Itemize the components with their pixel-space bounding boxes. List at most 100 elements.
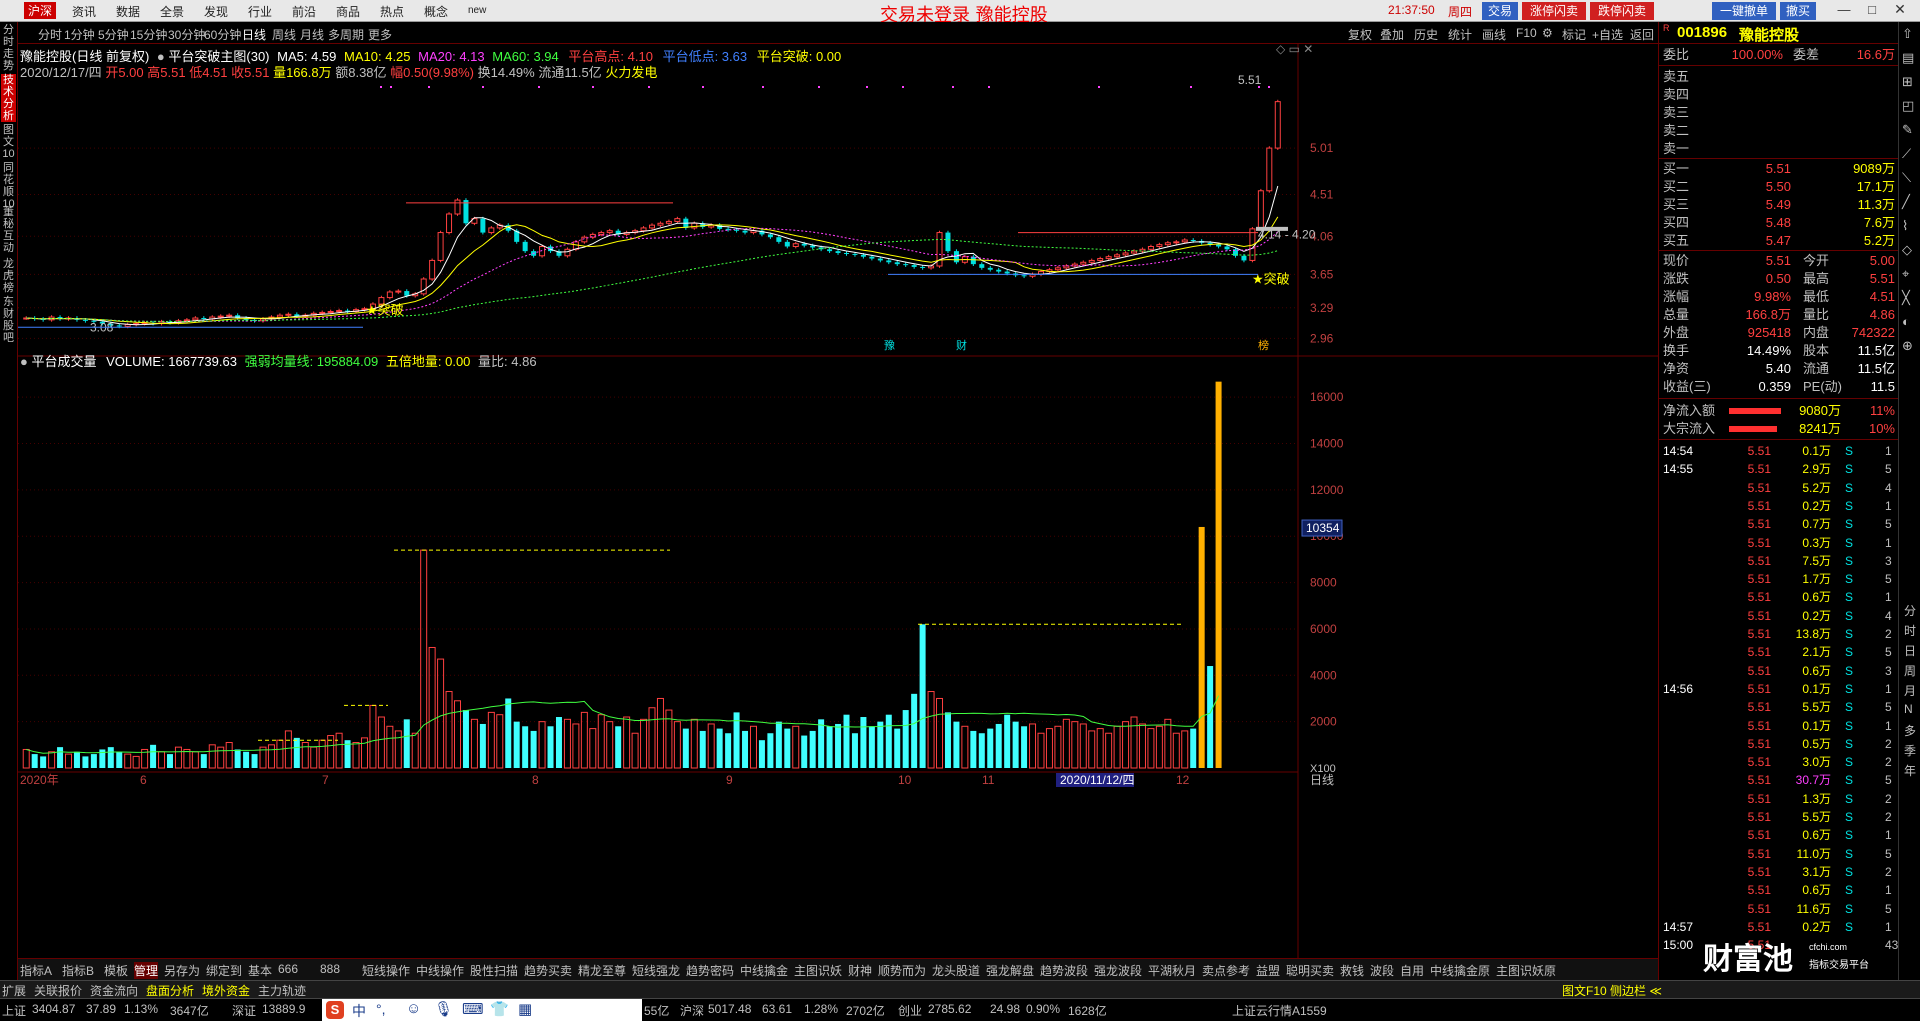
period-1min[interactable]: 1分钟 xyxy=(64,26,95,43)
close-icon[interactable]: ✕ xyxy=(1892,1,1908,17)
volume-bar[interactable] xyxy=(403,719,410,768)
volume-bar[interactable] xyxy=(116,751,123,768)
indicator-tab[interactable]: 短线操作 xyxy=(362,962,410,979)
candle[interactable] xyxy=(1164,240,1171,247)
left-tab-dongmi[interactable]: 董秘互动 xyxy=(1,206,16,254)
indicator-tab[interactable]: 股性扫描 xyxy=(470,962,518,979)
volume-bar[interactable] xyxy=(792,725,800,769)
volume-bar[interactable] xyxy=(1198,526,1205,768)
volume-bar[interactable] xyxy=(868,726,875,768)
indicator-tab[interactable]: 自用 xyxy=(1400,962,1424,979)
trade-button[interactable]: 交易 xyxy=(1482,2,1518,20)
volume-bar[interactable] xyxy=(1088,730,1096,769)
candle[interactable] xyxy=(717,223,723,231)
tick-row[interactable]: 5.51 0.2万 S 4 xyxy=(1663,607,1895,625)
volume-bar[interactable] xyxy=(454,700,462,769)
volume-bar[interactable] xyxy=(843,714,850,768)
volume-bar[interactable] xyxy=(944,712,951,768)
volume-bar[interactable] xyxy=(462,710,469,768)
candle[interactable] xyxy=(1173,240,1180,245)
volume-bar[interactable] xyxy=(978,733,985,768)
sell-row[interactable]: 卖四 xyxy=(1663,86,1895,104)
volume-bar[interactable] xyxy=(276,739,284,769)
extension-tab[interactable]: 盘面分析 xyxy=(146,982,194,999)
volume-bar[interactable] xyxy=(22,748,30,769)
candle[interactable] xyxy=(784,240,790,249)
candle[interactable] xyxy=(649,223,655,230)
volume-bar[interactable] xyxy=(251,754,258,768)
volume-bar[interactable] xyxy=(784,728,791,768)
tool-gear[interactable]: ⚙ xyxy=(1542,26,1553,40)
volume-bar[interactable] xyxy=(767,733,774,768)
period-shortcut[interactable]: 周 xyxy=(1904,662,1916,679)
volume-bar[interactable] xyxy=(1021,726,1028,768)
volume-bar[interactable] xyxy=(640,718,648,769)
flow-row[interactable]: 大宗流入 8241万 10% xyxy=(1663,420,1895,438)
input-method-toolbar[interactable]: S 中 °, ☺ 🎙 ⌨ 👕 ▦ xyxy=(322,999,642,1021)
volume-bar[interactable] xyxy=(673,721,681,769)
indicator-tab[interactable]: 指标A xyxy=(20,962,52,979)
candle[interactable] xyxy=(945,230,951,253)
period-more[interactable]: 更多 xyxy=(368,26,392,43)
volume-bar[interactable] xyxy=(1190,728,1197,768)
volume-bar[interactable] xyxy=(73,751,80,768)
candle[interactable] xyxy=(209,315,216,321)
volume-bar[interactable] xyxy=(961,725,969,769)
volume-bar[interactable] xyxy=(318,739,326,769)
indicator-tab[interactable]: 趋势波段 xyxy=(1040,962,1088,979)
menu-item-discover[interactable]: 发现 xyxy=(204,3,228,20)
period-5min[interactable]: 5分钟 xyxy=(98,26,129,43)
volume-bar[interactable] xyxy=(648,707,656,769)
buy-row[interactable]: 买一 5.51 9089万 xyxy=(1663,160,1895,178)
drawing-tool-icon[interactable]: ⟍ xyxy=(1902,170,1911,186)
candle[interactable] xyxy=(480,216,486,235)
volume-bar[interactable] xyxy=(522,726,529,768)
tool-back[interactable]: 返回 xyxy=(1630,26,1654,43)
extension-tab[interactable]: 主力轨迹 xyxy=(258,982,306,999)
indicator-tab[interactable]: 另存为 xyxy=(164,962,200,979)
tick-row[interactable]: 5.51 30.7万 S 5 xyxy=(1663,771,1895,789)
volume-bar[interactable] xyxy=(428,646,436,769)
left-tab-fenshi[interactable]: 分时走势 xyxy=(1,24,16,72)
candle[interactable] xyxy=(488,226,495,235)
candle[interactable] xyxy=(437,230,444,263)
candle[interactable] xyxy=(674,216,681,224)
period-shortcut[interactable]: N xyxy=(1904,702,1913,716)
candle[interactable] xyxy=(446,212,453,235)
volume-bar[interactable] xyxy=(970,730,977,768)
candle[interactable] xyxy=(700,221,706,229)
tick-row[interactable]: 5.51 0.3万 S 1 xyxy=(1663,534,1895,552)
candle[interactable] xyxy=(57,315,63,321)
indicator-tab[interactable]: 指标B xyxy=(62,962,94,979)
candle[interactable] xyxy=(564,247,571,258)
drawing-tool-icon[interactable]: ✎ xyxy=(1902,122,1913,138)
left-tab-longhu[interactable]: 龙虎榜 xyxy=(1,258,16,294)
volume-bar[interactable] xyxy=(183,748,191,769)
tool-mark[interactable]: 标记 xyxy=(1562,26,1586,43)
volume-bar[interactable] xyxy=(835,723,842,768)
volume-bar[interactable] xyxy=(487,711,495,769)
indicator-tab[interactable]: 基本 xyxy=(248,962,272,979)
volume-bar[interactable] xyxy=(310,746,318,769)
indicator-tab[interactable]: 强龙波段 xyxy=(1094,962,1142,979)
sell-row[interactable]: 卖三 xyxy=(1663,104,1895,122)
period-shortcut[interactable]: 分 xyxy=(1904,602,1916,619)
candle[interactable] xyxy=(522,240,528,253)
indicator-tab[interactable]: 主图识妖原 xyxy=(1496,962,1556,979)
indicator-tab[interactable]: 888 xyxy=(320,962,340,976)
tool-overlay[interactable]: 叠加 xyxy=(1380,26,1404,43)
period-shortcut[interactable]: 月 xyxy=(1904,682,1916,699)
volume-bar[interactable] xyxy=(936,697,944,769)
volume-bar[interactable] xyxy=(1130,716,1138,769)
tick-row[interactable]: 14:54 5.51 0.1万 S 1 xyxy=(1663,442,1895,460)
ime-emoji-icon[interactable]: ☺ xyxy=(406,1000,421,1017)
volume-bar[interactable] xyxy=(31,754,38,768)
volume-bar[interactable] xyxy=(124,753,132,769)
volume-bar[interactable] xyxy=(690,718,698,769)
volume-bar[interactable] xyxy=(200,754,207,768)
volume-bar[interactable] xyxy=(386,725,394,769)
volume-bar[interactable] xyxy=(82,756,89,768)
tick-row[interactable]: 14:55 5.51 2.9万 S 5 xyxy=(1663,460,1895,478)
menu-item-frontier[interactable]: 前沿 xyxy=(292,3,316,20)
left-tab-tech[interactable]: 技术分析 xyxy=(1,74,16,122)
